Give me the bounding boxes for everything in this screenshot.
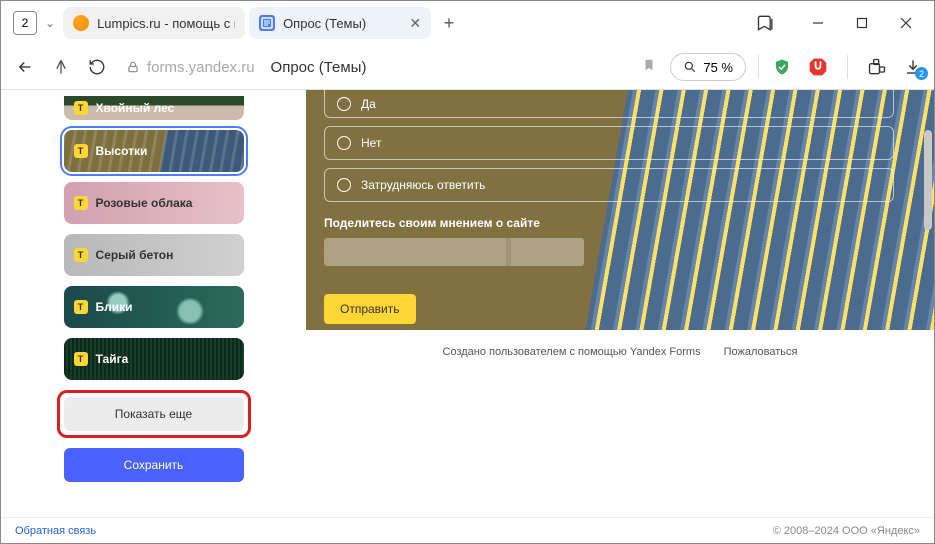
yandex-forms-favicon — [259, 15, 275, 31]
protect-shield-icon[interactable] — [771, 56, 793, 78]
opinion-label: Поделитесь своим мнением о сайте — [324, 216, 894, 230]
theme-card-glare[interactable]: T Блики — [64, 286, 244, 328]
preview-footer: Создано пользователем с помощью Yandex F… — [306, 346, 934, 358]
show-more-highlight: Показать еще — [57, 390, 251, 438]
radio-option-hard-to-answer[interactable]: Затрудняюсь ответить — [324, 168, 894, 202]
theme-t-badge: T — [74, 300, 88, 314]
magnifier-icon — [683, 60, 697, 74]
radio-option-no[interactable]: Нет — [324, 126, 894, 160]
submit-button[interactable]: Отправить — [324, 294, 416, 324]
radio-option-yes[interactable]: Да — [324, 90, 894, 118]
theme-card-taiga[interactable]: T Тайга — [64, 338, 244, 380]
theme-card-pink-clouds[interactable]: T Розовые облака — [64, 182, 244, 224]
maximize-button[interactable] — [840, 7, 884, 39]
page-footer: Обратная связь © 2008–2024 ООО «Яндекс» — [1, 517, 934, 543]
yandex-home-button[interactable] — [47, 53, 75, 81]
minimize-button[interactable] — [796, 7, 840, 39]
show-more-button[interactable]: Показать еще — [64, 397, 244, 431]
zoom-value: 75 % — [703, 60, 733, 75]
tab-forms-active[interactable]: Опрос (Темы) ✕ — [249, 7, 431, 39]
downloads-count-badge: 2 — [915, 67, 928, 80]
theme-card-concrete[interactable]: T Серый бетон — [64, 234, 244, 276]
back-button[interactable] — [11, 53, 39, 81]
tab-dropdown-chevron[interactable]: ⌄ — [45, 16, 55, 30]
lock-icon — [123, 60, 143, 74]
tab-lumpics[interactable]: Lumpics.ru - помощь с ко — [63, 7, 245, 39]
show-more-label: Показать еще — [115, 407, 192, 421]
radio-icon — [337, 97, 351, 111]
vertical-scrollbar[interactable] — [924, 130, 932, 230]
tab-label: Опрос (Темы) — [283, 16, 399, 31]
save-label: Сохранить — [124, 458, 184, 472]
toolbar-divider — [758, 55, 759, 79]
radio-label: Нет — [361, 136, 381, 150]
toolbar-divider — [847, 55, 848, 79]
theme-t-badge: T — [74, 144, 88, 158]
theme-t-badge: T — [74, 196, 88, 210]
themes-sidebar: T Хвойный лес T Высотки T Розовые облака… — [1, 90, 306, 517]
created-with-link[interactable]: Создано пользователем с помощью Yandex F… — [443, 346, 701, 358]
bookmark-flag-icon[interactable] — [642, 57, 656, 78]
theme-card-forest[interactable]: T Хвойный лес — [64, 96, 244, 120]
tab-label: Lumpics.ru - помощь с ко — [97, 16, 235, 31]
theme-label: Розовые облака — [96, 196, 193, 210]
theme-t-badge: T — [74, 248, 88, 262]
save-button[interactable]: Сохранить — [64, 448, 244, 482]
theme-label: Хвойный лес — [96, 101, 175, 115]
radio-icon — [337, 178, 351, 192]
adblock-icon[interactable] — [807, 56, 829, 78]
close-tab-icon[interactable]: ✕ — [409, 15, 421, 32]
copyright-text: © 2008–2024 ООО «Яндекс» — [773, 525, 920, 537]
theme-t-badge: T — [74, 101, 88, 115]
theme-t-badge: T — [74, 352, 88, 366]
page-content: T Хвойный лес T Высотки T Розовые облака… — [1, 89, 934, 517]
opinion-input[interactable] — [324, 238, 584, 266]
zoom-indicator[interactable]: 75 % — [670, 53, 746, 81]
page-title: Опрос (Темы) — [271, 59, 367, 76]
url-host: forms.yandex.ru — [147, 59, 255, 76]
address-bar: forms.yandex.ru Опрос (Темы) 75 % 2 — [1, 45, 934, 89]
lumpics-favicon — [73, 15, 89, 31]
reload-button[interactable] — [83, 53, 111, 81]
theme-label: Серый бетон — [96, 248, 174, 262]
url-box[interactable]: forms.yandex.ru Опрос (Темы) — [119, 51, 366, 83]
radio-label: Да — [361, 97, 376, 111]
radio-icon — [337, 136, 351, 150]
close-window-button[interactable] — [884, 7, 928, 39]
theme-label: Тайга — [96, 352, 129, 366]
theme-label: Высотки — [96, 144, 148, 158]
report-link[interactable]: Пожаловаться — [724, 346, 798, 358]
downloads-icon[interactable]: 2 — [902, 56, 924, 78]
form-preview: Да Нет Затрудняюсь ответить Поделитесь с… — [306, 90, 934, 517]
window-titlebar: 2 ⌄ Lumpics.ru - помощь с ко Опрос (Темы… — [1, 1, 934, 45]
theme-label: Блики — [96, 300, 133, 314]
feedback-link[interactable]: Обратная связь — [15, 525, 96, 537]
tab-counter[interactable]: 2 — [13, 11, 37, 35]
new-tab-button[interactable]: + — [435, 9, 463, 37]
extensions-icon[interactable] — [866, 56, 888, 78]
radio-label: Затрудняюсь ответить — [361, 178, 485, 192]
theme-card-heights[interactable]: T Высотки — [64, 130, 244, 172]
bookmarks-bar-icon[interactable] — [756, 13, 776, 33]
